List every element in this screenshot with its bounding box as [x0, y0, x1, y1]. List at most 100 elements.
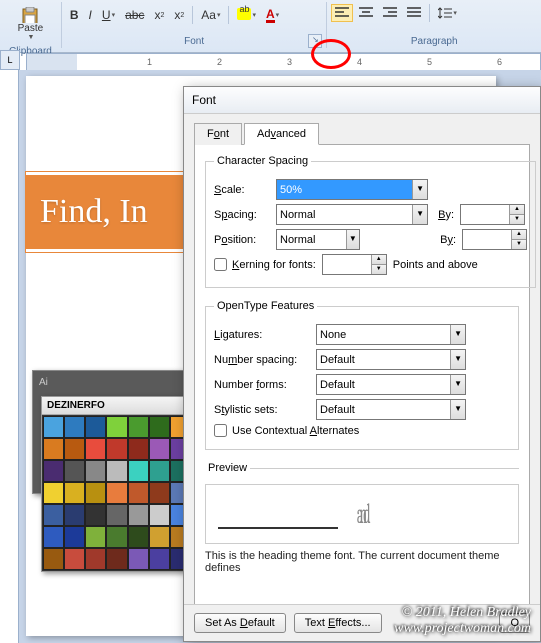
dialog-footer: Set As Default Text Effects... O — [184, 604, 540, 641]
group-paragraph: ▾ Paragraph — [327, 2, 541, 48]
swatch[interactable] — [43, 416, 64, 438]
swatch[interactable] — [85, 460, 106, 482]
paste-button[interactable]: Paste▼ — [14, 4, 48, 44]
swatch[interactable] — [85, 416, 106, 438]
swatch[interactable] — [106, 504, 127, 526]
swatch[interactable] — [43, 438, 64, 460]
swatch[interactable] — [106, 416, 127, 438]
swatch[interactable] — [128, 548, 149, 570]
italic-button[interactable]: I — [85, 5, 96, 25]
align-left-button[interactable] — [331, 4, 353, 22]
swatch[interactable] — [149, 482, 170, 504]
contextual-alternates-checkbox[interactable]: Use Contextual Alternates — [214, 424, 359, 437]
swatch[interactable] — [106, 438, 127, 460]
swatch[interactable] — [64, 438, 85, 460]
group-title-font: Font ↘ — [66, 36, 323, 48]
heading-text[interactable]: Find, In — [40, 193, 148, 230]
scale-input[interactable] — [277, 180, 412, 199]
swatch[interactable] — [85, 548, 106, 570]
superscript-button[interactable]: x2 — [170, 5, 188, 25]
paste-label: Paste — [18, 23, 44, 34]
swatch[interactable] — [43, 504, 64, 526]
number-forms-combo[interactable]: ▼ — [316, 374, 466, 395]
swatch-panel-title: DEZINERFO — [42, 397, 192, 415]
font-dialog-launcher[interactable]: ↘ — [308, 34, 322, 48]
ligatures-combo[interactable]: ▼ — [316, 324, 466, 345]
number-spacing-combo[interactable]: ▼ — [316, 349, 466, 370]
swatch[interactable] — [128, 482, 149, 504]
chevron-down-icon[interactable]: ▼ — [346, 230, 359, 249]
text-effects-button[interactable]: Text Effects... — [294, 613, 382, 633]
swatch[interactable] — [106, 482, 127, 504]
preview-hint: This is the heading theme font. The curr… — [205, 550, 519, 574]
swatch[interactable] — [85, 482, 106, 504]
swatch[interactable] — [64, 416, 85, 438]
swatch[interactable] — [85, 438, 106, 460]
ribbon: Paste▼ Clipboard B I U▾ abc x2 x2 Aa▾ ab… — [0, 0, 541, 53]
swatch[interactable] — [85, 504, 106, 526]
fieldset-preview: Preview and This is the heading theme fo… — [205, 462, 519, 582]
swatch[interactable] — [149, 416, 170, 438]
strikethrough-button[interactable]: abc — [121, 5, 148, 25]
swatch[interactable] — [106, 548, 127, 570]
swatch[interactable] — [149, 438, 170, 460]
swatch[interactable] — [128, 504, 149, 526]
swatch-panel: DEZINERFO — [41, 396, 193, 572]
chevron-down-icon[interactable]: ▼ — [412, 205, 427, 224]
group-clipboard: Paste▼ Clipboard — [0, 2, 62, 48]
swatch[interactable] — [43, 460, 64, 482]
ok-button[interactable]: O — [499, 613, 530, 633]
position-by-spinner[interactable]: ▲▼ — [462, 229, 527, 250]
swatch[interactable] — [64, 526, 85, 548]
tab-advanced[interactable]: Advanced — [244, 123, 319, 145]
highlight-button[interactable]: ab▾ — [233, 5, 260, 26]
swatch[interactable] — [149, 504, 170, 526]
stylistic-sets-combo[interactable]: ▼ — [316, 399, 466, 420]
font-dialog: Font Font Advanced Character Spacing Sca… — [183, 86, 541, 642]
swatch[interactable] — [128, 438, 149, 460]
swatch[interactable] — [43, 482, 64, 504]
swatch[interactable] — [43, 526, 64, 548]
tab-selector[interactable]: L — [0, 50, 20, 70]
swatch[interactable] — [128, 526, 149, 548]
swatch[interactable] — [106, 526, 127, 548]
swatch[interactable] — [64, 460, 85, 482]
set-default-button[interactable]: Set As Default — [194, 613, 286, 633]
swatch[interactable] — [85, 526, 106, 548]
swatch[interactable] — [149, 526, 170, 548]
justify-button[interactable] — [403, 4, 425, 22]
bold-button[interactable]: B — [66, 5, 83, 25]
swatch-grid[interactable] — [42, 415, 192, 571]
swatch[interactable] — [64, 504, 85, 526]
kerning-spinner[interactable]: ▲▼ — [322, 254, 387, 275]
swatch[interactable] — [64, 548, 85, 570]
spacing-combo[interactable]: ▼ — [276, 204, 428, 225]
align-right-button[interactable] — [379, 4, 401, 22]
align-center-button[interactable] — [355, 4, 377, 22]
line-spacing-button[interactable]: ▾ — [434, 4, 461, 22]
spacing-by-spinner[interactable]: ▲▼ — [460, 204, 525, 225]
swatch[interactable] — [149, 460, 170, 482]
swatch[interactable] — [149, 548, 170, 570]
tab-pane-advanced: Character Spacing Scale: ▼ Spacing: ▼ By… — [194, 145, 530, 613]
font-color-button[interactable]: A▾ — [262, 4, 283, 26]
group-title-paragraph: Paragraph — [331, 36, 537, 48]
vertical-ruler[interactable] — [0, 70, 19, 643]
subscript-button[interactable]: x2 — [150, 5, 168, 25]
swatch[interactable] — [128, 460, 149, 482]
preview-box: and — [205, 484, 519, 544]
chevron-down-icon[interactable]: ▼ — [412, 180, 427, 199]
underline-button[interactable]: U▾ — [98, 5, 119, 25]
group-font: B I U▾ abc x2 x2 Aa▾ ab▾ A▾ Font ↘ — [62, 2, 328, 48]
swatch[interactable] — [64, 482, 85, 504]
position-combo[interactable]: ▼ — [276, 229, 360, 250]
swatch[interactable] — [106, 460, 127, 482]
scale-combo[interactable]: ▼ — [276, 179, 428, 200]
swatch[interactable] — [128, 416, 149, 438]
change-case-button[interactable]: Aa▾ — [197, 5, 224, 25]
swatch[interactable] — [43, 548, 64, 570]
dialog-tabs: Font Advanced — [194, 122, 530, 145]
kerning-checkbox[interactable]: Kerning for fonts: — [214, 258, 316, 271]
tab-font[interactable]: Font — [194, 123, 242, 145]
preview-sample: and — [357, 498, 367, 530]
